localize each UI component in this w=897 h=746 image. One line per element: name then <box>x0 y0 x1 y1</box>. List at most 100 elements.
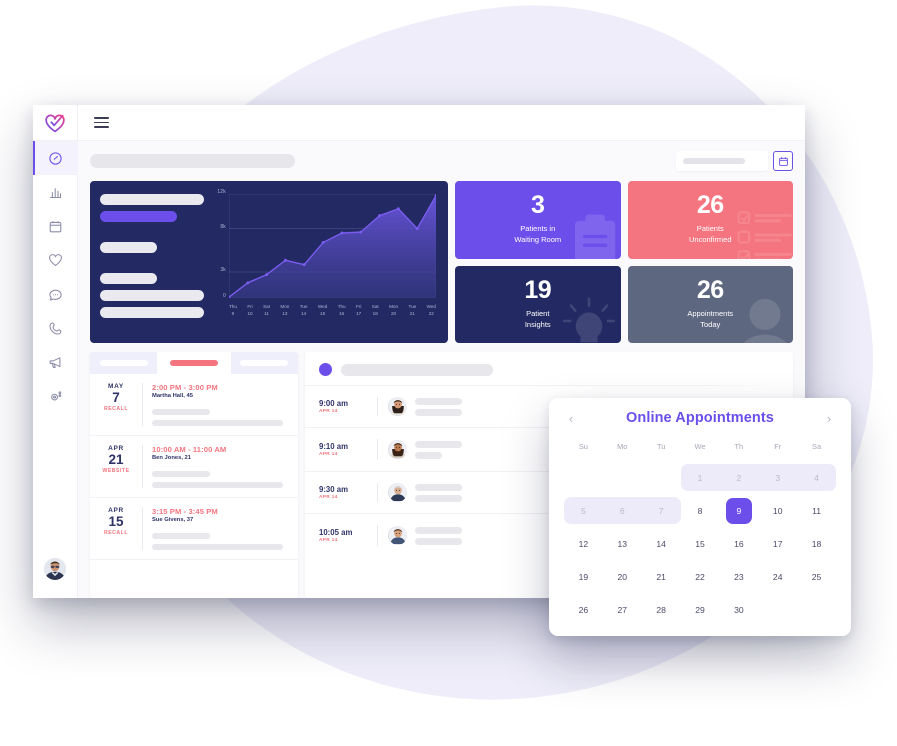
calendar-day-number: 27 <box>617 604 628 615</box>
timeline-placeholder-line <box>415 537 462 545</box>
tab-tab-one[interactable] <box>90 352 158 374</box>
stat-label-line2: Insights <box>524 319 551 329</box>
calendar-day-number: 16 <box>734 538 744 549</box>
timeline-header <box>305 352 793 385</box>
chart-y-axis: 12k 8k 3k 0 <box>212 189 226 299</box>
placeholder-bar <box>100 273 157 284</box>
sidebar-item-analytics[interactable] <box>33 175 78 209</box>
appointment-month: APR <box>108 507 124 514</box>
stat-value: 26 <box>696 275 724 304</box>
phone-icon <box>48 321 61 335</box>
placeholder-bar-accent[interactable] <box>100 211 177 222</box>
sidebar-user-avatar[interactable] <box>44 558 66 580</box>
calendar-day-number: 26 <box>578 604 589 615</box>
calendar-day[interactable]: 18 <box>797 527 836 560</box>
avatar-man-2[interactable] <box>388 526 407 545</box>
avatar-man-1[interactable] <box>388 483 407 502</box>
person-icon <box>743 298 787 343</box>
calendar-day-number: 29 <box>695 604 705 615</box>
search-input[interactable] <box>676 151 768 171</box>
stat-card-appointments-today[interactable]: 26 Appointments Today <box>627 265 793 343</box>
calendar-day[interactable]: 16 <box>719 527 758 560</box>
stat-value: 19 <box>524 275 552 304</box>
appointment-list-item[interactable]: APR 15 RECALL 3:15 PM - 3:45 PM Sue Givens, … <box>90 498 298 560</box>
avatar-image <box>44 558 66 580</box>
calendar-day[interactable]: 2 <box>719 461 758 494</box>
calendar-day[interactable]: 27 <box>603 593 642 626</box>
chart-x-tick: Wed 22 <box>426 304 436 316</box>
sidebar-item-campaigns[interactable] <box>33 345 78 379</box>
chart-y-tick: 12k <box>217 189 226 195</box>
chart-y-tick: 3k <box>220 267 226 273</box>
sidebar-item-settings[interactable] <box>33 379 78 413</box>
calendar-day[interactable]: 28 <box>642 593 681 626</box>
calendar-day[interactable]: 24 <box>758 560 797 593</box>
calendar-day-number: 22 <box>695 571 705 582</box>
calendar-day[interactable]: 5 <box>564 494 603 527</box>
tab-tab-two[interactable] <box>160 352 228 374</box>
calendar-day[interactable]: 4 <box>797 461 836 494</box>
calendar-next-month-button[interactable]: › <box>822 412 836 425</box>
calendar-day[interactable]: 7 <box>642 494 681 527</box>
calendar-day[interactable]: 14 <box>642 527 681 560</box>
calendar-day[interactable]: 30 <box>719 593 758 626</box>
calendar-day-number: 8 <box>697 505 703 516</box>
calendar-day-number: 6 <box>619 505 625 516</box>
calendar-day-header: We <box>694 442 706 451</box>
calendar-header: ‹ Online Appointments › <box>564 410 836 426</box>
calendar-day[interactable]: 20 <box>603 560 642 593</box>
chart-x-tick: Thu 9 <box>229 304 237 316</box>
appointment-time: 10:00 AM - 11:00 AM <box>152 445 227 454</box>
timeline-divider <box>377 439 378 460</box>
calendar-day-number: 7 <box>658 505 664 516</box>
calendar-day[interactable]: 10 <box>758 494 797 527</box>
avatar-woman-1[interactable] <box>388 397 407 416</box>
chart-x-axis: Thu 9 Fri 10 Sat 11 Mon 13 Tue 14 Wed 15 Thu 16 Fri 17 S… <box>229 304 436 317</box>
appointments-tabs <box>90 352 298 374</box>
calendar-day[interactable]: 1 <box>681 461 720 494</box>
appointment-type: RECALL <box>103 405 129 412</box>
sidebar-item-dashboard[interactable] <box>33 141 78 175</box>
stat-label-line2: Unconfirmed <box>688 235 732 245</box>
timeline-time-block: 10:05 am APR 14 <box>319 528 377 543</box>
stat-card-unconfirmed[interactable]: 26 Patients Unconfirmed <box>627 181 793 259</box>
sidebar-item-messages[interactable] <box>33 277 78 311</box>
calendar-prev-month-button[interactable]: ‹ <box>564 412 578 425</box>
sidebar-item-calls[interactable] <box>33 311 78 345</box>
calendar-day[interactable]: 23 <box>719 560 758 593</box>
calendar-day-number: 24 <box>772 571 783 582</box>
appointment-list-item[interactable]: MAY 7 RECALL 2:00 PM - 3:00 PM Martha Hall, … <box>90 374 298 436</box>
calendar-day[interactable]: 15 <box>681 527 720 560</box>
area-chart <box>227 193 438 299</box>
stat-card-waiting-room[interactable]: 3 Patients in Waiting Room <box>455 181 621 259</box>
calendar-title: Online Appointments <box>626 410 774 426</box>
calendar-day[interactable]: 13 <box>603 527 642 560</box>
calendar-day[interactable]: 25 <box>797 560 836 593</box>
calendar-day[interactable]: 29 <box>681 593 720 626</box>
sidebar-item-favorites[interactable] <box>33 243 78 277</box>
calendar-day[interactable]: 11 <box>797 494 836 527</box>
sidebar-item-calendar[interactable] <box>33 209 78 243</box>
calendar-day[interactable]: 19 <box>564 560 603 593</box>
hamburger-menu-icon[interactable] <box>94 105 109 140</box>
calendar-toggle-button[interactable] <box>773 151 793 171</box>
stat-card-patient-insights[interactable]: 19 Patient Insights <box>455 265 621 343</box>
timeline-placeholder-line <box>415 397 462 405</box>
calendar-day[interactable]: 12 <box>564 527 603 560</box>
calendar-day[interactable]: 8 <box>681 494 720 527</box>
calendar-day-selected[interactable]: 9 <box>719 494 758 527</box>
calendar-day[interactable]: 26 <box>564 593 603 626</box>
calendar-day[interactable]: 6 <box>603 494 642 527</box>
appointment-list-item[interactable]: APR 21 WEBSITE 10:00 AM - 11:00 AM Ben Jones… <box>90 436 298 498</box>
app-logo[interactable] <box>33 105 78 141</box>
calendar-day[interactable]: 22 <box>681 560 720 593</box>
appointment-patient: Martha Hall, 45 <box>152 393 193 399</box>
avatar-woman-2[interactable] <box>388 440 407 459</box>
calendar-day[interactable]: 3 <box>758 461 797 494</box>
tab-tab-three[interactable] <box>230 352 298 374</box>
gear-icon <box>50 390 61 401</box>
calendar-day[interactable]: 21 <box>642 560 681 593</box>
calendar-day[interactable]: 17 <box>758 527 797 560</box>
appointment-placeholder-line <box>152 420 283 426</box>
screenshot-stage: 12k 8k 3k 0 Thu 9 Fri 10 Sat 11 Mon 13 Tue 14 Wed 15 Th… <box>0 0 897 746</box>
